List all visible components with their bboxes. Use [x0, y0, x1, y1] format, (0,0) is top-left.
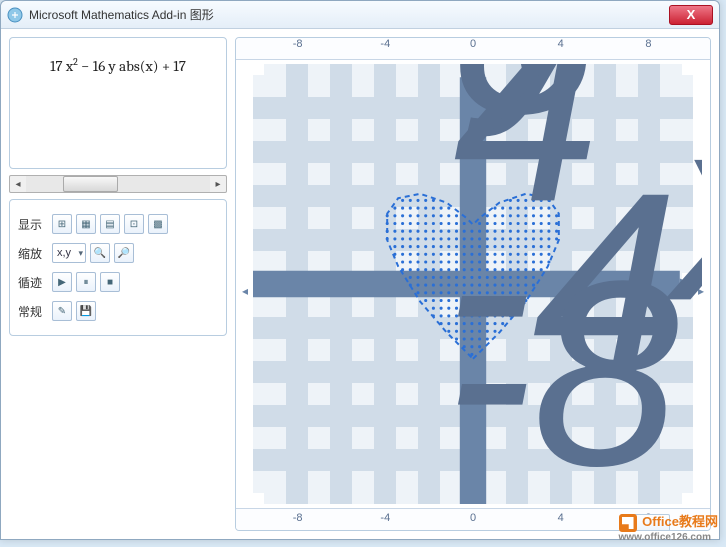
trace-pause-icon[interactable]: ⏸: [76, 272, 96, 292]
watermark-line1: Office教程网: [642, 514, 718, 529]
left-pane: 17 x2 − 16 y abs(x) + 17 ◂ ▸ 显示 ⊞ ▦ ▤ ⊡ …: [9, 37, 227, 531]
equation-panel: 17 x2 − 16 y abs(x) + 17: [9, 37, 227, 169]
app-window: Microsoft Mathematics Add-in 图形 X 17 x2 …: [0, 0, 720, 540]
tick-x-neg4: -4: [380, 38, 390, 50]
ruler-top: -8 -4 0 4 8: [236, 38, 710, 60]
zoom-in-icon[interactable]: 🔍: [90, 243, 110, 263]
scroll-right-icon[interactable]: ▸: [210, 179, 226, 190]
trace-label: 循迹: [18, 274, 48, 291]
graph-panel: -8 -4 0 4 8 ◂ ▸: [235, 37, 711, 531]
tick-xb-neg4: -4: [380, 512, 390, 524]
scroll-thumb[interactable]: [63, 176, 118, 192]
zoom-out-icon[interactable]: 🔎: [114, 243, 134, 263]
tick-xb-4: 4: [558, 512, 564, 524]
watermark: Office教程网 www.office126.com: [619, 511, 718, 543]
tick-xb-0: 0: [470, 512, 476, 524]
zoom-label: 缩放: [18, 245, 48, 262]
content-area: 17 x2 − 16 y abs(x) + 17 ◂ ▸ 显示 ⊞ ▦ ▤ ⊡ …: [1, 29, 719, 539]
watermark-line2: www.office126.com: [619, 532, 718, 543]
scroll-track[interactable]: [26, 176, 210, 192]
zoom-row: 缩放 x,y 🔍 🔎: [18, 240, 218, 266]
plot-area[interactable]: x y 8 4 -4 -8: [244, 64, 702, 504]
equation-display: 17 x2 − 16 y abs(x) + 17: [18, 46, 218, 85]
general-row: 常规 ✎ 💾: [18, 298, 218, 324]
tick-x-4: 4: [558, 38, 564, 50]
tick-x-8: 8: [645, 38, 651, 50]
tick-x-0: 0: [470, 38, 476, 50]
grid-frame-icon[interactable]: ▤: [100, 214, 120, 234]
display-label: 显示: [18, 216, 48, 233]
copy-icon[interactable]: ✎: [52, 301, 72, 321]
titlebar[interactable]: Microsoft Mathematics Add-in 图形 X: [1, 1, 719, 29]
grid-dots-icon[interactable]: ⊡: [124, 214, 144, 234]
trace-stop-icon[interactable]: ■: [100, 272, 120, 292]
grid-full-icon[interactable]: ▩: [148, 214, 168, 234]
tick-y-neg8: -8: [444, 225, 680, 504]
window-title: Microsoft Mathematics Add-in 图形: [29, 6, 669, 23]
save-icon[interactable]: 💾: [76, 301, 96, 321]
equation-scrollbar[interactable]: ◂ ▸: [9, 175, 227, 193]
tick-xb-neg8: -8: [293, 512, 303, 524]
controls-panel: 显示 ⊞ ▦ ▤ ⊡ ▩ 缩放 x,y 🔍 🔎 循迹 ▶ ⏸ ■: [9, 199, 227, 336]
close-button[interactable]: X: [669, 5, 713, 25]
plot-svg: x y 8 4 -4 -8: [244, 64, 702, 504]
general-label: 常规: [18, 303, 48, 320]
trace-play-icon[interactable]: ▶: [52, 272, 72, 292]
trace-row: 循迹 ▶ ⏸ ■: [18, 269, 218, 295]
grid-none-icon[interactable]: ⊞: [52, 214, 72, 234]
display-row: 显示 ⊞ ▦ ▤ ⊡ ▩: [18, 211, 218, 237]
tick-x-neg8: -8: [293, 38, 303, 50]
zoom-mode-select[interactable]: x,y: [52, 243, 86, 263]
watermark-icon: [619, 514, 637, 532]
grid-axes-icon[interactable]: ▦: [76, 214, 96, 234]
scroll-left-icon[interactable]: ◂: [10, 179, 26, 190]
app-icon: [7, 7, 23, 23]
